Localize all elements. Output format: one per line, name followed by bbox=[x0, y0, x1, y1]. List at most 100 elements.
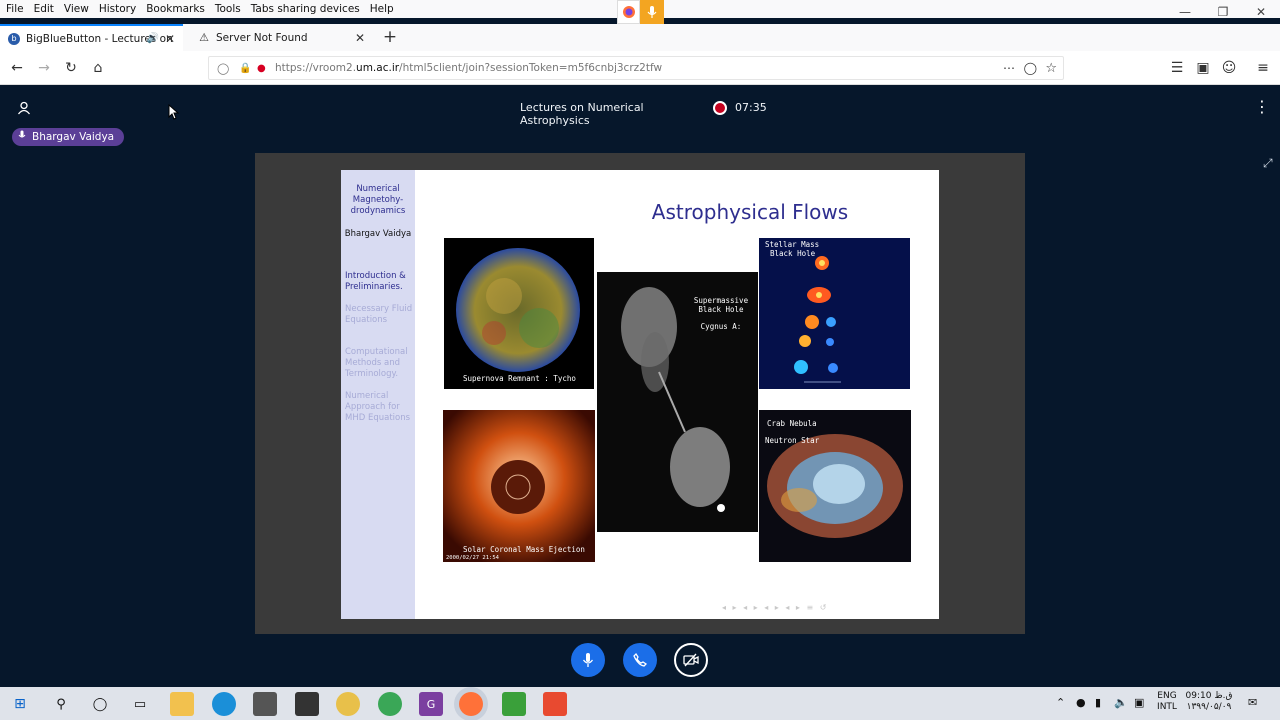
video-off-icon bbox=[683, 653, 699, 667]
firefox-icon bbox=[617, 0, 640, 24]
reload-icon[interactable]: ↻ bbox=[61, 58, 81, 78]
mute-microphone-button[interactable] bbox=[571, 643, 605, 677]
tab-bigbluebutton[interactable]: b BigBlueButton - Lectures on 🔊 ✕ bbox=[0, 24, 183, 51]
windows-start-icon[interactable]: ⊞ bbox=[8, 692, 32, 716]
input-language[interactable]: ENG INTL bbox=[1150, 691, 1184, 713]
close-tab-icon[interactable]: ✕ bbox=[165, 32, 175, 46]
clock-time: 09:10 ق.ظ bbox=[1185, 691, 1233, 701]
talking-indicator[interactable]: Bhargav Vaidya bbox=[12, 128, 125, 146]
edge-icon[interactable] bbox=[212, 692, 236, 716]
crab-caption-1: Crab Nebula bbox=[767, 419, 817, 428]
fullscreen-icon[interactable]: ⤢ bbox=[1263, 156, 1273, 171]
recorder-icon[interactable] bbox=[543, 692, 567, 716]
sidebar-icon[interactable]: ▣ bbox=[1193, 58, 1213, 78]
meeting-title: Lectures on Numerical Astrophysics bbox=[520, 101, 644, 127]
menu-file[interactable]: File bbox=[2, 3, 28, 15]
phone-icon bbox=[633, 653, 647, 667]
back-arrow-icon[interactable]: ← bbox=[7, 58, 27, 78]
lang-line-1: ENG bbox=[1157, 691, 1177, 701]
stellar-caption-2: Black Hole bbox=[770, 249, 816, 258]
microphone-icon bbox=[640, 0, 664, 24]
speaker-icon[interactable]: 🔊 bbox=[147, 33, 159, 44]
menu-history[interactable]: History bbox=[95, 3, 140, 15]
options-menu-icon[interactable]: ⋮ bbox=[1254, 99, 1270, 115]
user-list-toggle-icon[interactable] bbox=[17, 100, 31, 115]
menu-edit[interactable]: Edit bbox=[30, 3, 58, 15]
slide-section: Computational Methods and Terminology. bbox=[345, 347, 408, 379]
menu-tabs-sharing[interactable]: Tabs sharing devices bbox=[247, 3, 364, 15]
file-explorer-icon[interactable] bbox=[170, 692, 194, 716]
menu-view[interactable]: View bbox=[60, 3, 93, 15]
restore-icon[interactable]: ❐ bbox=[1204, 0, 1242, 24]
share-webcam-button[interactable] bbox=[674, 643, 708, 677]
camtasia-icon[interactable] bbox=[502, 692, 526, 716]
bookmark-star-icon[interactable]: ☆ bbox=[1045, 61, 1057, 76]
bbb-icon: b bbox=[8, 32, 20, 45]
recording-indicator-icon[interactable] bbox=[713, 101, 727, 115]
home-icon[interactable]: ⌂ bbox=[88, 58, 108, 78]
search-icon[interactable]: ⚲ bbox=[49, 692, 73, 716]
network-icon[interactable]: ▣ bbox=[1134, 696, 1144, 709]
microphone-icon bbox=[582, 653, 594, 667]
close-tab-icon[interactable]: ✕ bbox=[355, 31, 365, 45]
close-icon[interactable]: ✕ bbox=[1242, 0, 1280, 24]
hamburger-menu-icon[interactable]: ≡ bbox=[1253, 58, 1273, 78]
menu-help[interactable]: Help bbox=[366, 3, 398, 15]
new-tab-plus-icon[interactable]: + bbox=[380, 27, 400, 47]
slide-section-active: Introduction & Preliminaries. bbox=[345, 271, 406, 292]
recording-time: 07:35 bbox=[735, 101, 767, 114]
slide-section: Necessary Fluid Equations bbox=[345, 304, 413, 325]
cygnus-caption-3: Cygnus A: bbox=[700, 322, 742, 331]
show-hidden-icons[interactable]: ⌃ bbox=[1056, 696, 1065, 709]
clock[interactable]: 09:10 ق.ظ ۱۳۹۹/۰۵/۰۹ bbox=[1183, 691, 1235, 713]
tab-server-not-found[interactable]: ⚠ Server Not Found ✕ bbox=[190, 24, 373, 51]
firefox-taskbar-icon[interactable] bbox=[459, 692, 483, 716]
menu-tools[interactable]: Tools bbox=[211, 3, 245, 15]
tycho-caption: Supernova Remnant : Tycho bbox=[463, 374, 576, 383]
solar-date: 2000/02/27 21:54 bbox=[446, 555, 499, 561]
shield-icon[interactable]: ◯ bbox=[217, 62, 229, 75]
slide-sidebar-heading: Numerical Magnetohy-drodynamics bbox=[350, 184, 406, 216]
url-bar[interactable]: ◯ 🔒 ● https://vroom2.um.ac.ir/html5clien… bbox=[208, 56, 1064, 80]
mail-icon[interactable] bbox=[295, 692, 319, 716]
page-actions-icon[interactable]: ⋯ bbox=[1003, 61, 1015, 75]
microphone-tray-icon[interactable]: ● bbox=[1076, 696, 1086, 709]
minimize-icon[interactable]: — bbox=[1166, 0, 1204, 24]
clock-date: ۱۳۹۹/۰۵/۰۹ bbox=[1186, 702, 1232, 712]
solar-cme-image bbox=[443, 410, 595, 562]
slide-title: Astrophysical Flows bbox=[651, 200, 849, 224]
battery-icon[interactable]: ▮ bbox=[1095, 696, 1101, 709]
library-icon[interactable]: ☰ bbox=[1167, 58, 1187, 78]
slide-sidebar-author: Bhargav Vaidya bbox=[344, 229, 412, 239]
lock-icon[interactable]: 🔒 bbox=[239, 63, 251, 74]
notifications-icon[interactable]: ✉ bbox=[1248, 696, 1257, 709]
warning-icon: ⚠ bbox=[199, 31, 209, 44]
media-player-icon[interactable] bbox=[336, 692, 360, 716]
chrome-icon[interactable] bbox=[378, 692, 402, 716]
solar-caption: Solar Coronal Mass Ejection bbox=[463, 545, 585, 554]
beamer-navigation-icons: ◂ ▸ ◂ ▸ ◂ ▸ ◂ ▸ ≡ ↺ bbox=[722, 603, 829, 612]
crab-nebula-image bbox=[759, 410, 911, 562]
mouse-cursor-icon bbox=[168, 103, 180, 124]
microphone-permission-icon[interactable]: ● bbox=[257, 63, 266, 74]
window-controls: — ❐ ✕ bbox=[1166, 0, 1280, 24]
microphone-icon bbox=[18, 130, 26, 144]
cygnus-caption-1: Supermassive bbox=[693, 296, 749, 305]
sharing-indicator[interactable] bbox=[617, 0, 664, 24]
cygnus-caption-2: Black Hole bbox=[698, 305, 744, 314]
app-g-icon[interactable]: G bbox=[419, 692, 443, 716]
volume-icon[interactable]: 🔈 bbox=[1114, 696, 1128, 709]
menu-bookmarks[interactable]: Bookmarks bbox=[142, 3, 209, 15]
pocket-icon[interactable]: ◯ bbox=[1024, 61, 1037, 75]
cortana-icon[interactable]: ◯ bbox=[88, 692, 112, 716]
forward-arrow-icon[interactable]: → bbox=[34, 58, 54, 78]
slide-section: Numerical Approach for MHD Equations bbox=[345, 391, 411, 423]
presenter-name: Bhargav Vaidya bbox=[32, 131, 115, 143]
store-icon[interactable] bbox=[253, 692, 277, 716]
windows-taskbar: ⊞ ⚲ ◯ ▭ G ⌃ ● ▮ 🔈 ▣ ENG INTL 09:10 ق.ظ ۱… bbox=[0, 687, 1280, 720]
account-icon[interactable]: ☺ bbox=[1219, 58, 1239, 78]
lang-line-2: INTL bbox=[1157, 702, 1177, 712]
url-text: https://vroom2.um.ac.ir/html5client/join… bbox=[275, 62, 663, 74]
leave-audio-button[interactable] bbox=[623, 643, 657, 677]
task-view-icon[interactable]: ▭ bbox=[128, 692, 152, 716]
